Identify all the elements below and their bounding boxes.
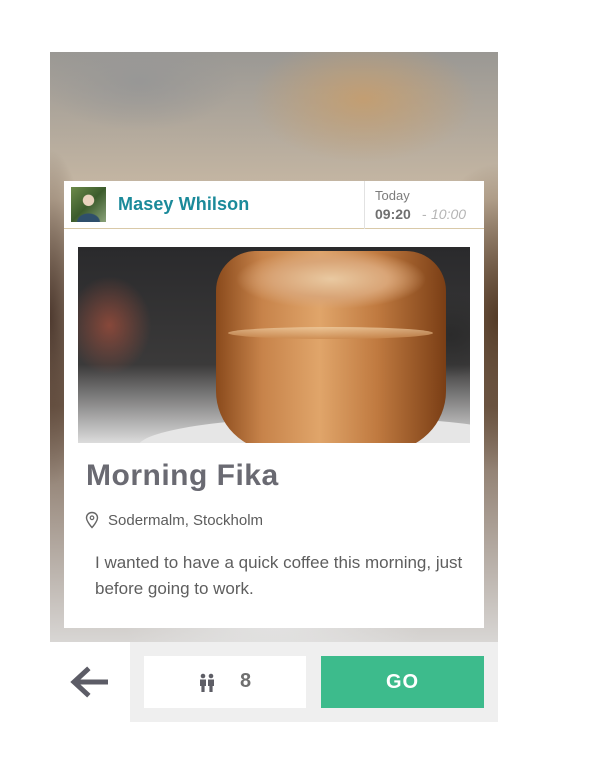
people-icon — [200, 673, 214, 692]
event-time: Today 09:20 - 10:00 — [364, 181, 484, 229]
coffee-glass-shape — [216, 251, 446, 443]
event-description: I wanted to have a quick coffee this mor… — [95, 553, 463, 598]
attendees-count-box[interactable]: 8 — [144, 656, 306, 708]
coffee-foam-shape — [228, 327, 433, 339]
card-header: Masey Whilson Today 09:20 - 10:00 — [64, 181, 484, 229]
host-avatar[interactable] — [71, 187, 106, 222]
location-pin-icon — [85, 511, 99, 529]
arrow-left-icon — [70, 666, 108, 698]
event-photo — [78, 247, 470, 443]
time-separator: - — [422, 206, 427, 222]
event-location: Sodermalm, Stockholm — [108, 512, 264, 529]
back-button[interactable] — [66, 664, 112, 700]
event-end-time: 10:00 — [431, 206, 467, 222]
attendees-count: 8 — [240, 670, 252, 692]
event-start-time: 09:20 — [375, 206, 411, 222]
event-day: Today — [375, 188, 410, 203]
host-name[interactable]: Masey Whilson — [118, 194, 249, 215]
event-card: Masey Whilson Today 09:20 - 10:00 Mornin… — [64, 181, 484, 628]
event-card-screen: Masey Whilson Today 09:20 - 10:00 Mornin… — [0, 0, 598, 760]
go-button[interactable]: GO — [321, 656, 484, 708]
event-title: Morning Fika — [86, 459, 279, 492]
